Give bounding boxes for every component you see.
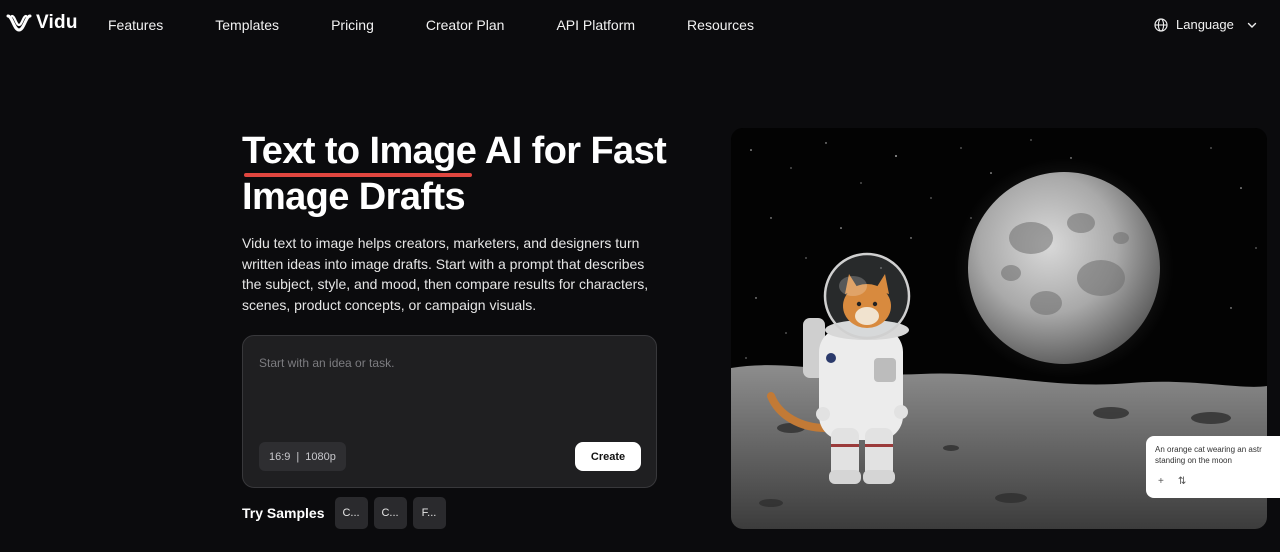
nav-links: Features Templates Pricing Creator Plan …: [108, 17, 754, 33]
prompt-input[interactable]: [259, 356, 639, 416]
swap-icon[interactable]: ⇅: [1178, 476, 1186, 488]
aspect-ratio-value: 16:9: [269, 450, 291, 463]
create-button[interactable]: Create: [575, 442, 641, 471]
title-line2: Image Drafts: [242, 176, 466, 218]
caption-line-2: standing on the moon: [1155, 456, 1232, 465]
nav-link-api-platform[interactable]: API Platform: [556, 17, 635, 33]
nav-link-templates[interactable]: Templates: [215, 17, 279, 33]
hero-description: Vidu text to image helps creators, marke…: [242, 235, 649, 313]
try-samples: Try Samples C... C... F...: [242, 497, 452, 529]
language-label: Language: [1176, 17, 1234, 32]
settings-separator: |: [296, 450, 300, 463]
nav-link-creator-plan[interactable]: Creator Plan: [426, 17, 505, 33]
resolution-value: 1080p: [305, 450, 336, 463]
brand-logo[interactable]: Vidu: [6, 12, 78, 34]
sample-chip-2[interactable]: C...: [373, 497, 407, 529]
nav-link-resources[interactable]: Resources: [687, 17, 754, 33]
samples-label: Try Samples: [242, 505, 325, 521]
caption-line-1: An orange cat wearing an astr: [1155, 445, 1262, 454]
title-highlight: Text to Image: [242, 130, 477, 172]
title-line1-rest: AI for Fast: [476, 130, 667, 172]
nav-link-features[interactable]: Features: [108, 17, 163, 33]
page-title: Text to Image AI for Fast Image Drafts: [242, 128, 682, 220]
vidu-logo-icon: [6, 14, 32, 32]
globe-icon: [1154, 17, 1168, 32]
chevron-down-icon: [1247, 22, 1257, 28]
prompt-composer: 16:9 | 1080p Create: [242, 335, 657, 488]
language-selector[interactable]: Language: [1154, 17, 1258, 32]
caption-actions: + ⇅: [1158, 476, 1186, 488]
prompt-caption-card: An orange cat wearing an astr standing o…: [1146, 436, 1280, 498]
generation-settings-chip[interactable]: 16:9 | 1080p: [259, 442, 346, 471]
sample-chip-1[interactable]: C...: [334, 497, 368, 529]
plus-icon[interactable]: +: [1158, 476, 1164, 488]
nav-link-pricing[interactable]: Pricing: [331, 17, 374, 33]
sample-chip-3[interactable]: F...: [412, 497, 446, 529]
top-navigation: Vidu Features Templates Pricing Creator …: [0, 0, 1280, 52]
brand-name: Vidu: [36, 12, 78, 33]
